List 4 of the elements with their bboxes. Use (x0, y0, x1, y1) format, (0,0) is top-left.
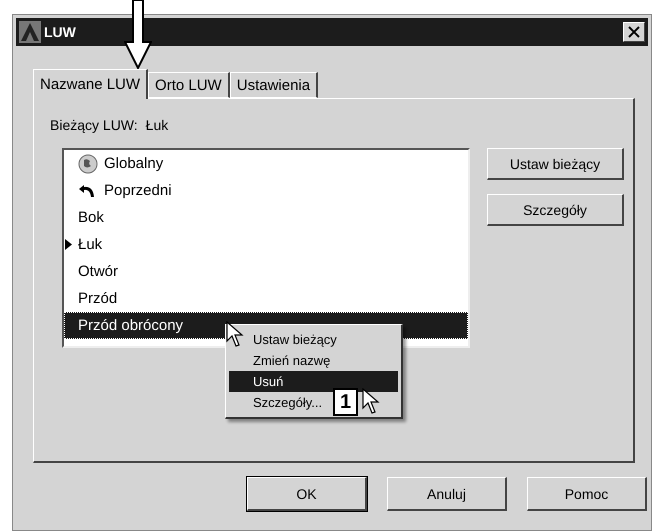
window-title: LUW (44, 24, 76, 40)
current-ucs-value: Łuk (146, 117, 168, 133)
current-ucs-label: Bieżący LUW: (50, 117, 138, 133)
step-callout: 1 (333, 388, 358, 416)
